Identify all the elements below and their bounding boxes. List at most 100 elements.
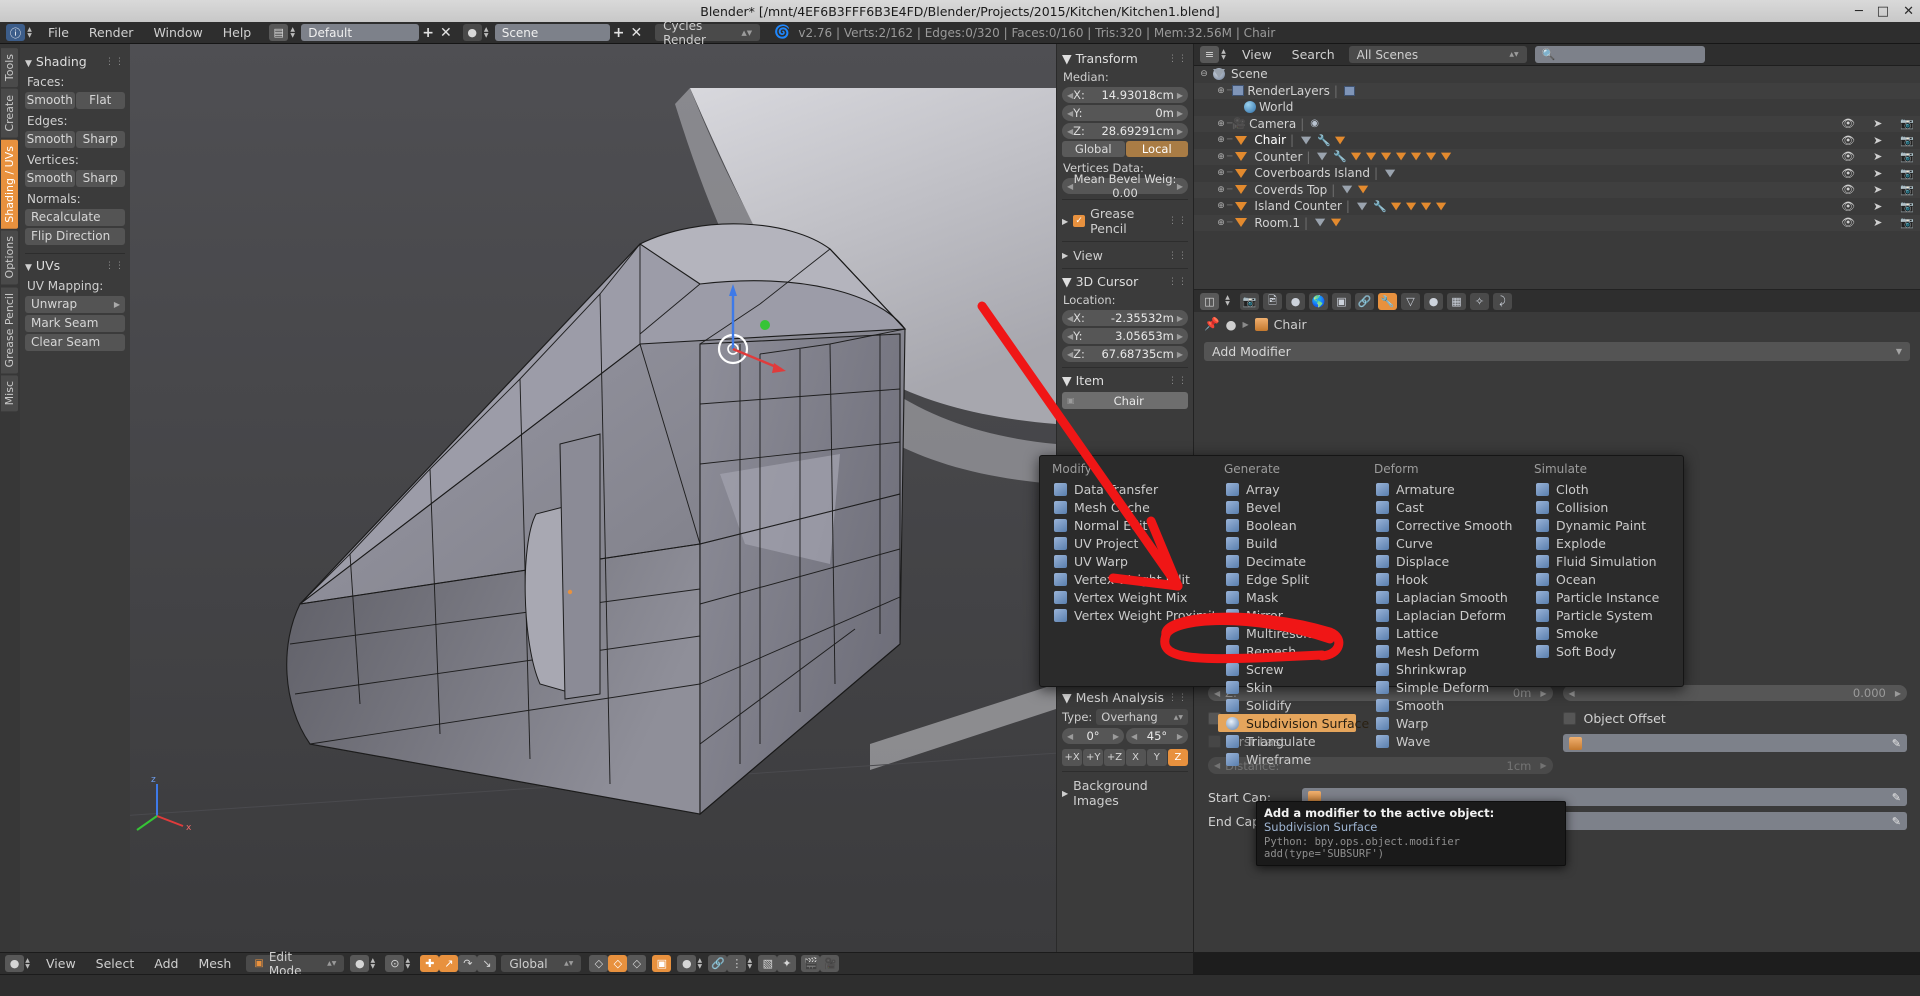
toolshelf-tab-grease-pencil[interactable]: Grease Pencil <box>1 287 18 373</box>
3d-viewport[interactable]: z x User Ortho (Local) Meters (47) Chair… <box>0 44 1193 952</box>
render-camera-icon[interactable]: 📷 <box>1900 200 1914 213</box>
modifier-item-build[interactable]: Build <box>1218 534 1356 552</box>
modifier-item-solidify[interactable]: Solidify <box>1218 696 1356 714</box>
properties-type-spinner-icon[interactable]: ▲▼ <box>1224 293 1231 309</box>
modifier-item-multiresolution[interactable]: Multiresolution <box>1218 624 1356 642</box>
outliner-editor-type-icon[interactable]: ≡ <box>1200 46 1219 63</box>
axis-x-button[interactable]: X <box>1126 749 1146 766</box>
modifier-item-shrinkwrap[interactable]: Shrinkwrap <box>1368 660 1516 678</box>
maximize-button[interactable]: □ <box>1877 4 1889 19</box>
cursor-panel-header[interactable]: ▼ 3D Cursor ⋮⋮ <box>1062 274 1188 289</box>
axis-y-button[interactable]: Y <box>1147 749 1167 766</box>
eye-icon[interactable]: 👁 <box>1841 167 1855 180</box>
material-icon[interactable] <box>1358 185 1369 194</box>
modifier-item-uv-project[interactable]: UV Project <box>1046 534 1206 552</box>
material-icon[interactable] <box>1396 152 1407 161</box>
toolshelf-tab-shading-uvs[interactable]: Shading / UVs <box>1 140 18 229</box>
expand-toggle-icon[interactable]: ⊕ <box>1215 185 1227 195</box>
material-icon[interactable] <box>1366 152 1377 161</box>
mesh-analysis-panel-header[interactable]: ▼ Mesh Analysis ⋮⋮ <box>1062 690 1188 705</box>
median-y-field[interactable]: ◀ Y: 0m ▶ <box>1062 105 1188 121</box>
pivot-point-icon[interactable]: ⊙ <box>385 955 404 972</box>
material-icon[interactable] <box>1331 218 1342 227</box>
new-scene-button[interactable]: + <box>610 25 628 41</box>
toolshelf-tab-options[interactable]: Options <box>1 230 18 284</box>
proportional-edit-icon[interactable]: ● <box>677 955 696 972</box>
modifier-item-mask[interactable]: Mask <box>1218 588 1356 606</box>
item-object-name-field[interactable]: ▣ Chair <box>1062 392 1188 409</box>
cursor-arrow-icon[interactable]: ➤ <box>1873 167 1882 180</box>
close-button[interactable]: ✕ <box>1903 4 1914 19</box>
faces-flat-button[interactable]: Flat <box>76 92 126 109</box>
modifier-item-particle-instance[interactable]: Particle Instance <box>1528 588 1676 606</box>
tab-constraints[interactable]: 🔗 <box>1355 293 1374 310</box>
tab-object-data[interactable]: ▽ <box>1401 293 1420 310</box>
add-modifier-menu[interactable]: Modify Data TransferMesh CacheNormal Edi… <box>1039 455 1684 687</box>
cursor-arrow-icon[interactable]: ➤ <box>1873 200 1882 213</box>
modifier-item-subdivision-surface[interactable]: Subdivision Surface <box>1218 714 1356 732</box>
tab-render[interactable]: 📷 <box>1240 293 1259 310</box>
background-images-panel-header[interactable]: ▶ Background Images <box>1062 778 1188 808</box>
modifier-item-remesh[interactable]: Remesh <box>1218 642 1356 660</box>
menu-window[interactable]: Window <box>143 22 212 44</box>
snap-spinner-icon[interactable]: ▲▼ <box>746 956 753 972</box>
modifier-icon[interactable]: 🔧 <box>1317 134 1331 147</box>
modifier-item-boolean[interactable]: Boolean <box>1218 516 1356 534</box>
proportional-spinner-icon[interactable]: ▲▼ <box>696 956 703 972</box>
mark-seam-button[interactable]: Mark Seam <box>25 315 125 332</box>
modifier-item-curve[interactable]: Curve <box>1368 534 1516 552</box>
viewport-menu-select[interactable]: Select <box>86 953 145 975</box>
mesh-data-icon[interactable] <box>1385 169 1396 178</box>
modifier-item-screw[interactable]: Screw <box>1218 660 1356 678</box>
grease-pencil-checkbox[interactable]: ✓ <box>1073 215 1085 227</box>
camera-data-icon[interactable]: ◉ <box>1310 118 1319 129</box>
cursor-arrow-icon[interactable]: ➤ <box>1873 216 1882 229</box>
modifier-item-laplacian-deform[interactable]: Laplacian Deform <box>1368 606 1516 624</box>
viewport-editor-type-icon[interactable]: ● <box>5 955 24 972</box>
toolshelf-tab-misc[interactable]: Misc <box>1 375 18 411</box>
axis-plus-y-button[interactable]: +Y <box>1083 749 1103 766</box>
modifier-item-wave[interactable]: Wave <box>1368 732 1516 750</box>
info-editor-icon[interactable]: ⓘ <box>6 24 25 41</box>
modifier-item-triangulate[interactable]: Triangulate <box>1218 732 1356 750</box>
scale-manipulator-icon[interactable]: ↷ <box>458 955 477 972</box>
cursor-arrow-icon[interactable]: ➤ <box>1873 117 1882 130</box>
object-offset-checkbox[interactable] <box>1563 712 1576 725</box>
render-engine-dropdown[interactable]: Cycles Render ▲▼ <box>655 24 760 41</box>
outliner-row[interactable]: World <box>1194 99 1920 116</box>
modifier-icon[interactable]: 🔧 <box>1373 200 1387 213</box>
delete-scene-button[interactable]: ✕ <box>627 25 645 41</box>
add-modifier-button[interactable]: Add Modifier ▼ <box>1204 342 1910 361</box>
material-icon[interactable] <box>1436 202 1447 211</box>
render-camera-icon[interactable]: 📷 <box>1900 117 1914 130</box>
toolshelf-tab-create[interactable]: Create <box>1 89 18 138</box>
expand-toggle-icon[interactable]: ⊕ <box>1215 135 1227 145</box>
modifier-item-vertex-weight-proximity[interactable]: Vertex Weight Proximity <box>1046 606 1206 624</box>
screen-layout-icon[interactable]: ▤ <box>269 24 288 41</box>
eyedropper-icon[interactable]: ✎ <box>1892 737 1901 750</box>
tab-texture[interactable]: ▦ <box>1447 293 1466 310</box>
transform-orientation-dropdown[interactable]: Global ▲▼ <box>501 955 581 972</box>
modifier-item-smoke[interactable]: Smoke <box>1528 624 1676 642</box>
material-icon[interactable] <box>1426 152 1437 161</box>
render-camera-icon[interactable]: 📷 <box>1900 183 1914 196</box>
modifier-item-displace[interactable]: Displace <box>1368 552 1516 570</box>
unwrap-button[interactable]: Unwrap ▶ <box>25 296 125 313</box>
cursor-z-field[interactable]: ◀ Z: 67.68735cm ▶ <box>1062 346 1188 362</box>
rotate-manipulator-icon[interactable]: ↗ <box>439 955 458 972</box>
eye-icon[interactable]: 👁 <box>1841 117 1855 130</box>
mean-bevel-weight-field[interactable]: ◀ Mean Bevel Weig: 0.00 ▶ <box>1062 178 1188 194</box>
scene-field[interactable]: Scene <box>495 24 610 41</box>
delete-screen-button[interactable]: ✕ <box>437 25 455 41</box>
tab-physics[interactable]: ⤸ <box>1493 293 1512 310</box>
viewport-menu-view[interactable]: View <box>36 953 86 975</box>
vertex-select-icon[interactable]: ◇ <box>589 955 608 972</box>
material-icon[interactable] <box>1441 152 1452 161</box>
render-camera-icon[interactable]: 📷 <box>1900 134 1914 147</box>
modifier-item-hook[interactable]: Hook <box>1368 570 1516 588</box>
expand-toggle-icon[interactable]: ⊕ <box>1215 201 1227 211</box>
object-offset-row[interactable]: Object Offset <box>1563 711 1908 726</box>
outliner-row[interactable]: ⊕─RenderLayers| <box>1194 83 1920 100</box>
vertices-sharp-button[interactable]: Sharp <box>76 170 126 187</box>
scene-spinner-icon[interactable]: ▲▼ <box>483 25 490 41</box>
